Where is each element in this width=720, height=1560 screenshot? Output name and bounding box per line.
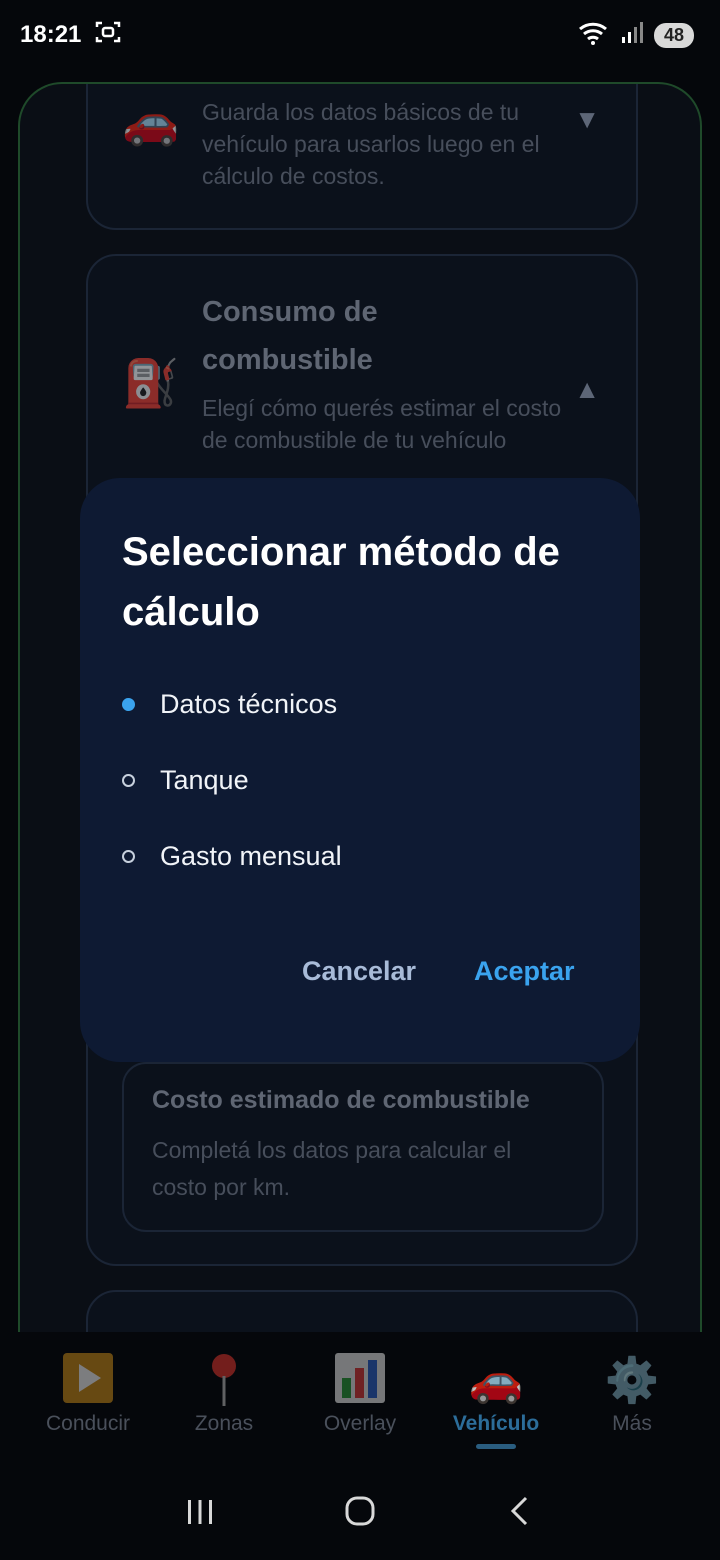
wifi-icon	[578, 20, 610, 51]
option-gasto-mensual[interactable]: Gasto mensual	[122, 831, 342, 881]
option-label: Datos técnicos	[160, 688, 338, 719]
system-navigation-bar	[0, 1470, 720, 1560]
nav-item-overlay[interactable]: Overlay	[295, 1332, 425, 1462]
bottom-navigation: Conducir Zonas Overlay 🚗 Vehículo ⚙️ Más	[0, 1332, 720, 1462]
vehicle-data-card[interactable]: 🚗 ▼ Guarda los datos básicos de tu vehíc…	[86, 84, 638, 230]
fuel-card-description: Elegí cómo querés estimar el costo de co…	[202, 395, 562, 453]
nav-item-conducir[interactable]: Conducir	[23, 1332, 153, 1462]
nav-label-zonas: Zonas	[194, 1412, 254, 1435]
vehicle-card-description: Guarda los datos básicos de tu vehículo …	[202, 99, 540, 189]
car-icon: 🚗	[468, 1356, 524, 1405]
chevron-up-icon[interactable]: ▲	[574, 374, 600, 405]
nav-item-mas[interactable]: ⚙️ Más	[567, 1332, 697, 1462]
active-nav-indicator	[476, 1444, 516, 1449]
battery-indicator: 48	[653, 22, 694, 48]
estimated-cost-title: Costo estimado de combustible	[152, 1086, 530, 1114]
option-label: Gasto mensual	[160, 840, 342, 871]
status-time: 18:21	[20, 21, 82, 48]
bar-chart-icon	[334, 1352, 386, 1410]
option-label: Tanque	[160, 764, 249, 795]
nav-item-zonas[interactable]: Zonas	[159, 1332, 289, 1462]
cancel-button[interactable]: Cancelar	[302, 956, 416, 987]
car-icon: 🚗	[122, 95, 180, 147]
nav-label-vehiculo: Vehículo	[452, 1412, 540, 1435]
next-card	[86, 1290, 638, 1332]
chevron-down-icon[interactable]: ▼	[574, 104, 600, 135]
option-datos-tecnicos[interactable]: Datos técnicos	[122, 679, 337, 729]
estimated-cost-card: Costo estimado de combustible Completá l…	[122, 1062, 604, 1232]
radio-selected-icon[interactable]	[122, 697, 135, 711]
nav-label-conducir: Conducir	[45, 1412, 131, 1435]
nav-label-overlay: Overlay	[323, 1412, 397, 1435]
back-icon[interactable]	[490, 1495, 550, 1536]
nav-item-vehiculo[interactable]: 🚗 Vehículo	[431, 1332, 561, 1462]
signal-icon	[620, 21, 644, 50]
calculation-method-dialog: Seleccionar método de cálculo Datos técn…	[80, 478, 640, 1062]
status-bar: 18:21 48	[0, 0, 720, 70]
radio-unselected-icon[interactable]	[122, 849, 135, 863]
screenshot-icon	[95, 20, 121, 51]
option-tanque[interactable]: Tanque	[122, 755, 249, 805]
fuel-pump-icon: ⛽	[122, 357, 180, 409]
gear-icon: ⚙️	[604, 1356, 660, 1405]
fuel-card-title: Consumo de combustible	[202, 296, 378, 376]
recent-apps-icon[interactable]	[170, 1496, 230, 1535]
dialog-title: Seleccionar método de cálculo	[122, 530, 560, 634]
pin-icon	[198, 1352, 250, 1410]
home-icon[interactable]	[330, 1495, 390, 1536]
radio-unselected-icon[interactable]	[122, 773, 135, 787]
accept-button[interactable]: Aceptar	[474, 956, 575, 987]
estimated-cost-description: Completá los datos para calcular el cost…	[152, 1137, 512, 1200]
play-icon	[62, 1352, 114, 1410]
nav-label-mas: Más	[612, 1412, 652, 1435]
